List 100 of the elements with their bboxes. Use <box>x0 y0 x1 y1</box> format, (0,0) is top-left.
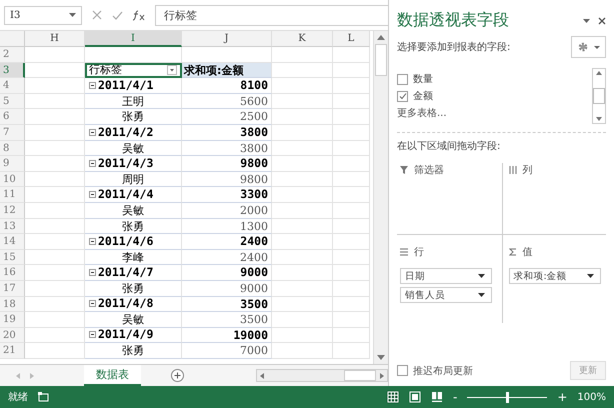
table-cell[interactable] <box>272 47 333 63</box>
table-cell[interactable] <box>333 234 370 250</box>
table-cell[interactable] <box>25 296 85 312</box>
scroll-thumb[interactable] <box>344 370 376 381</box>
table-cell[interactable] <box>272 124 333 141</box>
table-cell[interactable] <box>272 328 333 344</box>
table-cell[interactable] <box>333 109 370 125</box>
field-checkbox[interactable]: 数量 <box>397 72 592 86</box>
table-cell[interactable] <box>25 265 85 281</box>
table-cell[interactable] <box>272 250 333 266</box>
table-cell[interactable] <box>25 280 85 296</box>
row-header[interactable]: 9 <box>0 156 25 172</box>
table-cell[interactable] <box>333 343 370 359</box>
table-cell[interactable] <box>272 343 333 359</box>
settings-button[interactable] <box>571 36 606 58</box>
table-cell[interactable] <box>272 187 333 203</box>
table-cell[interactable] <box>333 124 370 141</box>
page-layout-icon[interactable] <box>409 391 421 403</box>
collapse-icon[interactable] <box>89 191 96 198</box>
table-cell[interactable] <box>25 172 85 188</box>
table-cell[interactable] <box>272 265 333 281</box>
table-cell[interactable] <box>272 202 333 219</box>
row-header[interactable]: 20 <box>0 328 25 344</box>
macro-record-icon[interactable] <box>38 392 49 402</box>
scroll-up-icon[interactable] <box>596 71 602 75</box>
scroll-down-icon[interactable] <box>377 355 385 360</box>
column-header[interactable]: L <box>333 31 370 47</box>
table-cell[interactable] <box>333 250 370 266</box>
row-header[interactable]: 16 <box>0 265 25 281</box>
scroll-thumb[interactable] <box>375 44 387 76</box>
table-cell[interactable] <box>25 202 85 219</box>
update-button[interactable]: 更新 <box>570 361 606 380</box>
table-cell[interactable] <box>272 78 333 94</box>
table-cell[interactable] <box>25 140 85 156</box>
row-header[interactable]: 17 <box>0 280 25 296</box>
table-cell[interactable] <box>272 312 333 328</box>
collapse-icon[interactable] <box>89 331 96 338</box>
table-cell[interactable] <box>333 218 370 234</box>
table-cell[interactable] <box>333 140 370 156</box>
table-cell[interactable] <box>25 47 85 63</box>
table-cell[interactable] <box>25 250 85 266</box>
next-sheet-icon[interactable] <box>30 372 34 378</box>
name-box[interactable]: I3 <box>4 6 82 24</box>
table-cell[interactable] <box>25 124 85 141</box>
collapse-icon[interactable] <box>89 238 96 245</box>
close-icon[interactable] <box>598 16 606 24</box>
table-cell[interactable] <box>272 140 333 156</box>
field-list-scrollbar[interactable] <box>592 68 606 124</box>
defer-update-checkbox[interactable]: 推迟布局更新 <box>397 364 473 378</box>
row-header[interactable]: 14 <box>0 234 25 250</box>
scroll-up-icon[interactable] <box>377 35 385 40</box>
cancel-icon[interactable] <box>92 10 102 20</box>
table-cell[interactable] <box>25 328 85 344</box>
check-icon[interactable] <box>112 10 123 20</box>
table-cell[interactable] <box>272 109 333 125</box>
page-break-icon[interactable] <box>431 391 443 403</box>
row-header[interactable]: 15 <box>0 250 25 266</box>
table-cell[interactable] <box>25 94 85 110</box>
table-cell[interactable] <box>272 296 333 312</box>
zoom-level[interactable]: 100% <box>577 392 606 402</box>
table-cell[interactable] <box>333 78 370 94</box>
row-header[interactable]: 13 <box>0 218 25 234</box>
more-tables-link[interactable]: 更多表格... <box>397 106 447 120</box>
column-header[interactable]: I <box>85 31 182 47</box>
zoom-out-button[interactable]: - <box>453 390 458 404</box>
table-cell[interactable] <box>333 156 370 172</box>
table-cell[interactable] <box>25 187 85 203</box>
row-header[interactable]: 18 <box>0 296 25 312</box>
collapse-icon[interactable] <box>89 269 96 276</box>
table-cell[interactable] <box>333 280 370 296</box>
table-cell[interactable] <box>25 234 85 250</box>
field-checkbox[interactable]: 金额 <box>397 89 592 103</box>
table-cell[interactable] <box>25 156 85 172</box>
collapse-icon[interactable] <box>89 82 96 89</box>
table-cell[interactable] <box>333 62 370 78</box>
table-cell[interactable] <box>272 218 333 234</box>
table-cell[interactable] <box>25 343 85 359</box>
previous-sheet-icon[interactable] <box>16 372 20 378</box>
scroll-thumb[interactable] <box>593 88 605 104</box>
column-header[interactable]: K <box>272 31 333 47</box>
pivot-header-cell[interactable]: 行标签 <box>85 62 182 78</box>
table-cell[interactable] <box>25 218 85 234</box>
normal-view-icon[interactable] <box>387 391 399 403</box>
row-header[interactable]: 10 <box>0 172 25 188</box>
column-header[interactable]: J <box>182 31 272 47</box>
row-header[interactable]: 11 <box>0 187 25 203</box>
horizontal-scrollbar[interactable] <box>256 369 388 382</box>
table-cell[interactable] <box>333 94 370 110</box>
collapse-icon[interactable] <box>89 160 96 167</box>
row-header[interactable]: 5 <box>0 94 25 110</box>
field-chip[interactable]: 日期 <box>400 268 492 284</box>
add-sheet-icon[interactable] <box>171 369 184 382</box>
row-header[interactable]: 19 <box>0 312 25 328</box>
table-cell[interactable] <box>333 296 370 312</box>
table-cell[interactable] <box>272 156 333 172</box>
row-header[interactable]: 12 <box>0 202 25 219</box>
row-header[interactable]: 2 <box>0 47 25 63</box>
vertical-scrollbar[interactable] <box>373 31 388 364</box>
table-cell[interactable] <box>333 312 370 328</box>
function-icon[interactable] <box>133 10 145 20</box>
